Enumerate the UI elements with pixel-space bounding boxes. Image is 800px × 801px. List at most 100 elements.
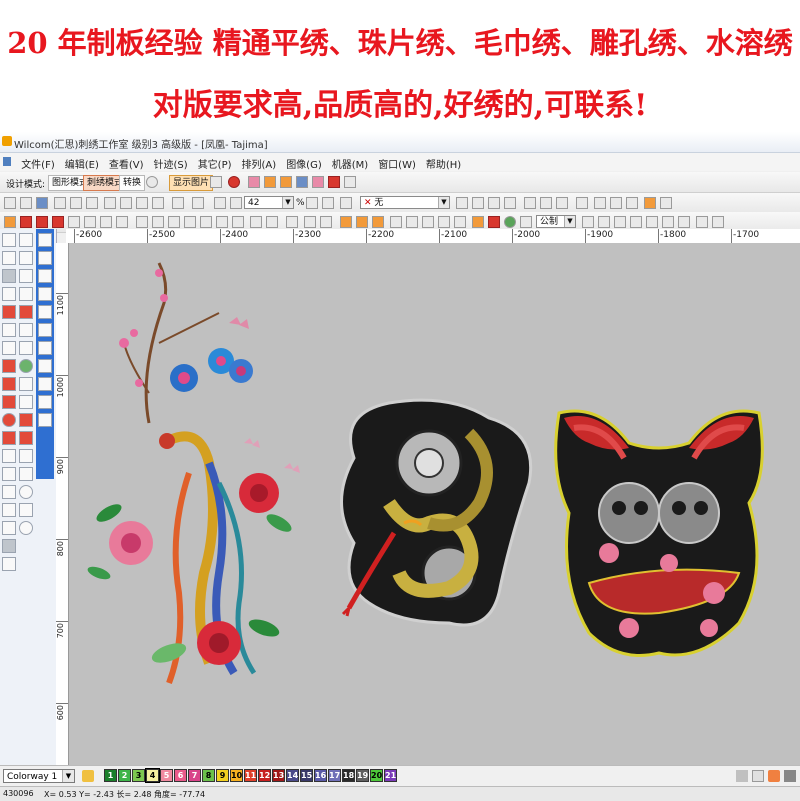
hexagon-tool-icon[interactable] xyxy=(19,359,33,373)
lines-icon[interactable] xyxy=(662,216,674,228)
wave-tool-icon[interactable] xyxy=(19,413,33,427)
prop-11-icon[interactable] xyxy=(38,413,52,427)
split-icon[interactable] xyxy=(266,216,278,228)
color-swatch[interactable]: 6 xyxy=(174,769,187,782)
color-swatch[interactable]: 20 xyxy=(370,769,383,782)
house-tool-icon[interactable] xyxy=(19,251,33,265)
menu-item-5[interactable]: 排列(A) xyxy=(237,153,282,171)
shape-tool-icon[interactable] xyxy=(19,287,33,301)
pattern-tool-icon[interactable] xyxy=(19,305,33,319)
sequin-icon[interactable] xyxy=(200,216,212,228)
menu-item-8[interactable]: 窗口(W) xyxy=(373,153,421,171)
menu-item-3[interactable]: 针迹(S) xyxy=(149,153,193,171)
pattern-icon[interactable] xyxy=(68,216,80,228)
color-swatch[interactable]: 1 xyxy=(104,769,117,782)
color-swatch[interactable]: 3 xyxy=(132,769,145,782)
blend-tool-icon[interactable] xyxy=(19,323,33,337)
lock-object-icon[interactable] xyxy=(406,216,418,228)
run-tool-icon[interactable] xyxy=(2,323,16,337)
menu-item-7[interactable]: 机器(M) xyxy=(327,153,373,171)
rotate-icon[interactable] xyxy=(304,216,316,228)
stitch-icon[interactable] xyxy=(264,176,276,188)
color-swatch[interactable]: 7 xyxy=(188,769,201,782)
reshape-tool-icon[interactable] xyxy=(2,251,16,265)
group-icon[interactable] xyxy=(372,216,384,228)
trash-icon[interactable] xyxy=(630,216,642,228)
align-icon[interactable] xyxy=(340,216,352,228)
rect-tool-icon[interactable] xyxy=(2,539,16,553)
color-swatch[interactable]: 13 xyxy=(272,769,285,782)
crown-tool-icon[interactable] xyxy=(2,287,16,301)
prop-1-icon[interactable] xyxy=(38,233,52,247)
table-icon[interactable] xyxy=(438,216,450,228)
zoom-select[interactable]: 42 ▼ xyxy=(244,196,294,209)
color-swatch[interactable]: 2 xyxy=(118,769,131,782)
colorway-select[interactable]: Colorway 1 ▼ xyxy=(3,769,75,783)
globe-icon[interactable] xyxy=(146,176,158,188)
color-swatch[interactable]: 10 xyxy=(230,769,243,782)
satin-icon[interactable] xyxy=(20,216,32,228)
applique-icon[interactable] xyxy=(488,197,500,209)
reshape-icon[interactable] xyxy=(248,176,260,188)
winged-skull-embroidery[interactable] xyxy=(554,409,764,657)
square-tool-icon[interactable] xyxy=(19,503,33,517)
zoom-in-icon[interactable] xyxy=(230,197,242,209)
circle-tool-icon[interactable] xyxy=(2,413,16,427)
chain-icon[interactable] xyxy=(168,216,180,228)
blackwork-icon[interactable] xyxy=(184,216,196,228)
phoenix-embroidery[interactable] xyxy=(86,262,300,685)
prop-9-icon[interactable] xyxy=(38,377,52,391)
color-swatch[interactable]: 12 xyxy=(258,769,271,782)
ruler-icon[interactable] xyxy=(598,216,610,228)
pointer-icon[interactable] xyxy=(210,176,222,188)
snake-engine-embroidery[interactable] xyxy=(340,398,533,627)
hide-icon[interactable] xyxy=(422,216,434,228)
color-swatch[interactable]: 18 xyxy=(342,769,355,782)
menu-item-1[interactable]: 编辑(E) xyxy=(60,153,104,171)
print-icon[interactable] xyxy=(54,197,66,209)
zoom-fit-icon[interactable] xyxy=(306,197,318,209)
color-swatch[interactable]: 15 xyxy=(300,769,313,782)
sort-icon[interactable] xyxy=(454,216,466,228)
undo-icon[interactable] xyxy=(172,197,184,209)
properties-icon[interactable] xyxy=(576,197,588,209)
monogram-tool-icon[interactable] xyxy=(2,467,16,481)
fill-tool-icon[interactable] xyxy=(2,395,16,409)
zigzag-tool-icon[interactable] xyxy=(2,305,16,319)
more-icon[interactable] xyxy=(678,216,690,228)
menu-item-6[interactable]: 图像(G) xyxy=(281,153,327,171)
prop-7-icon[interactable] xyxy=(38,341,52,355)
menu-item-0[interactable]: 文件(F) xyxy=(16,153,60,171)
design-canvas[interactable] xyxy=(69,243,800,765)
fabric-select[interactable]: ✕ 无 ▼ xyxy=(360,196,450,209)
prop-6-icon[interactable] xyxy=(38,323,52,337)
lasso-icon[interactable] xyxy=(390,216,402,228)
color-swatch[interactable]: 19 xyxy=(356,769,369,782)
color-swatch[interactable]: 4 xyxy=(145,768,160,783)
shape-icon[interactable] xyxy=(520,216,532,228)
circle-icon[interactable] xyxy=(504,216,516,228)
color-swatch[interactable]: 9 xyxy=(216,769,229,782)
calendar-icon[interactable] xyxy=(582,216,594,228)
trim-icon[interactable] xyxy=(328,176,340,188)
color-swatch[interactable]: 8 xyxy=(202,769,215,782)
fill-icon[interactable] xyxy=(296,176,308,188)
weave-tool-icon[interactable] xyxy=(19,431,33,445)
tools-icon[interactable] xyxy=(594,197,606,209)
prop-8-icon[interactable] xyxy=(38,359,52,373)
menu-item-4[interactable]: 其它(P) xyxy=(193,153,237,171)
prop-5-icon[interactable] xyxy=(38,305,52,319)
open-icon[interactable] xyxy=(20,197,32,209)
object-icon[interactable] xyxy=(556,197,568,209)
emboss-icon[interactable] xyxy=(100,216,112,228)
new-file-icon[interactable] xyxy=(4,197,16,209)
settings-icon[interactable] xyxy=(736,770,748,782)
view-3d-icon[interactable] xyxy=(286,216,298,228)
box-tool-icon[interactable] xyxy=(2,503,16,517)
color-swatch[interactable]: 17 xyxy=(328,769,341,782)
color-swatch[interactable]: 16 xyxy=(314,769,327,782)
grid-tool-icon[interactable] xyxy=(2,557,16,571)
prop-4-icon[interactable] xyxy=(38,287,52,301)
design-icon[interactable] xyxy=(472,197,484,209)
stripe-tool-icon[interactable] xyxy=(19,395,33,409)
